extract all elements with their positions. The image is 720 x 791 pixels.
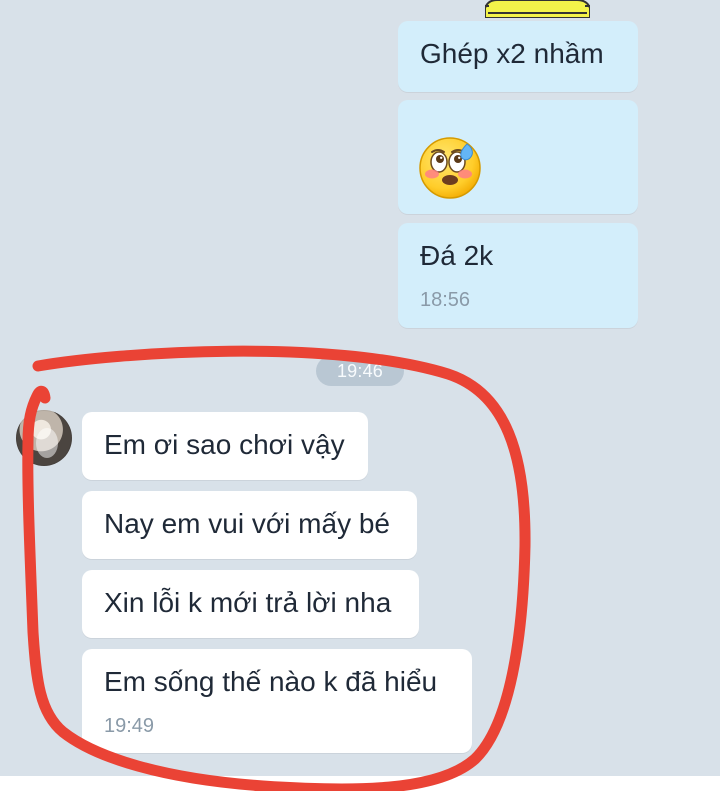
face-with-pleading-eyes-and-sweat-icon <box>419 137 481 199</box>
message-timestamp: 19:49 <box>104 714 155 737</box>
incoming-message-text: Xin lỗi k mới trả lời nha <box>104 587 392 618</box>
outgoing-emoji-message[interactable] <box>398 100 638 214</box>
incoming-message-3[interactable]: Xin lỗi k mới trả lời nha <box>82 570 419 638</box>
sticker-image <box>485 0 590 18</box>
incoming-message-text: Nay em vui với mấy bé <box>104 508 391 539</box>
incoming-message-4[interactable]: Em sống thế nào k đã hiểu 19:49 <box>82 649 472 753</box>
date-divider: 19:46 <box>316 356 404 386</box>
outgoing-message-text: Ghép x2 nhầm <box>420 38 604 69</box>
chat-thread: Ghép x2 nhầm Đá 2k 18:56 19:46 Em ơi sao… <box>0 0 720 791</box>
incoming-message-text: Em sống thế nào k đã hiểu <box>104 666 438 697</box>
message-timestamp: 18:56 <box>420 288 471 311</box>
incoming-message-2[interactable]: Nay em vui với mấy bé <box>82 491 417 559</box>
outgoing-message-text: Đá 2k <box>420 240 494 271</box>
avatar[interactable] <box>16 410 72 466</box>
incoming-message-1[interactable]: Em ơi sao chơi vậy <box>82 412 368 480</box>
composer-edge <box>0 776 720 791</box>
incoming-message-text: Em ơi sao chơi vậy <box>104 429 345 460</box>
outgoing-message-1[interactable]: Ghép x2 nhầm <box>398 21 638 92</box>
outgoing-message-3[interactable]: Đá 2k 18:56 <box>398 223 638 328</box>
